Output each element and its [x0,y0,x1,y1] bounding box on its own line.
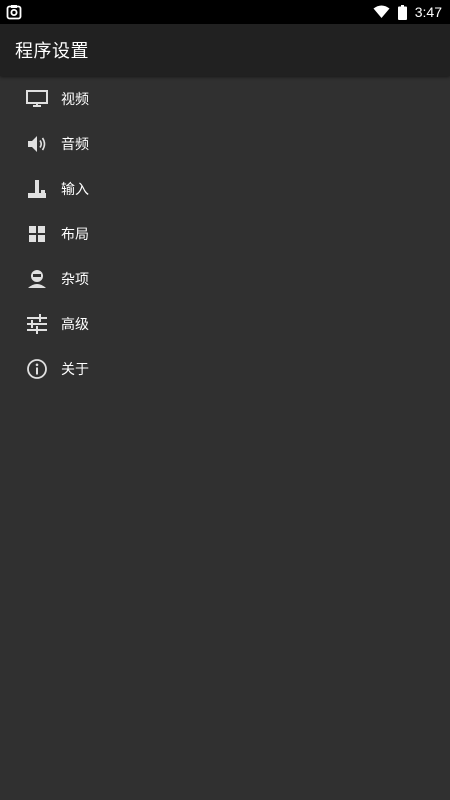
settings-screen: 3:47 程序设置 视频 音频 输入 布局 杂项 高级 关于 [0,0,450,800]
menu-item-label: 杂项 [61,271,89,288]
menu-item-label: 布局 [61,226,89,243]
sliders-icon [25,312,49,336]
status-bar: 3:47 [0,0,450,24]
menu-item-label: 高级 [61,316,89,333]
info-icon [25,357,49,381]
menu-item-label: 关于 [61,361,89,378]
wifi-icon [373,5,390,19]
app-bar: 程序设置 [0,24,450,76]
menu-item-about[interactable]: 关于 [0,346,450,391]
menu-item-audio[interactable]: 音频 [0,121,450,166]
joystick-icon [25,177,49,201]
page-title: 程序设置 [15,41,89,62]
menu-item-label: 视频 [61,91,89,108]
menu-item-layout[interactable]: 布局 [0,211,450,256]
settings-menu: 视频 音频 输入 布局 杂项 高级 关于 [0,76,450,391]
grid-icon [25,222,49,246]
battery-icon [397,4,407,20]
menu-item-input[interactable]: 输入 [0,166,450,211]
menu-item-label: 输入 [61,181,89,198]
menu-item-misc[interactable]: 杂项 [0,256,450,301]
menu-item-video[interactable]: 视频 [0,76,450,121]
screenshot-icon [6,4,22,20]
menu-item-advanced[interactable]: 高级 [0,301,450,346]
status-time: 3:47 [414,4,442,20]
menu-item-label: 音频 [61,136,89,153]
speaker-icon [25,132,49,156]
monitor-icon [25,87,49,111]
person-icon [25,267,49,291]
